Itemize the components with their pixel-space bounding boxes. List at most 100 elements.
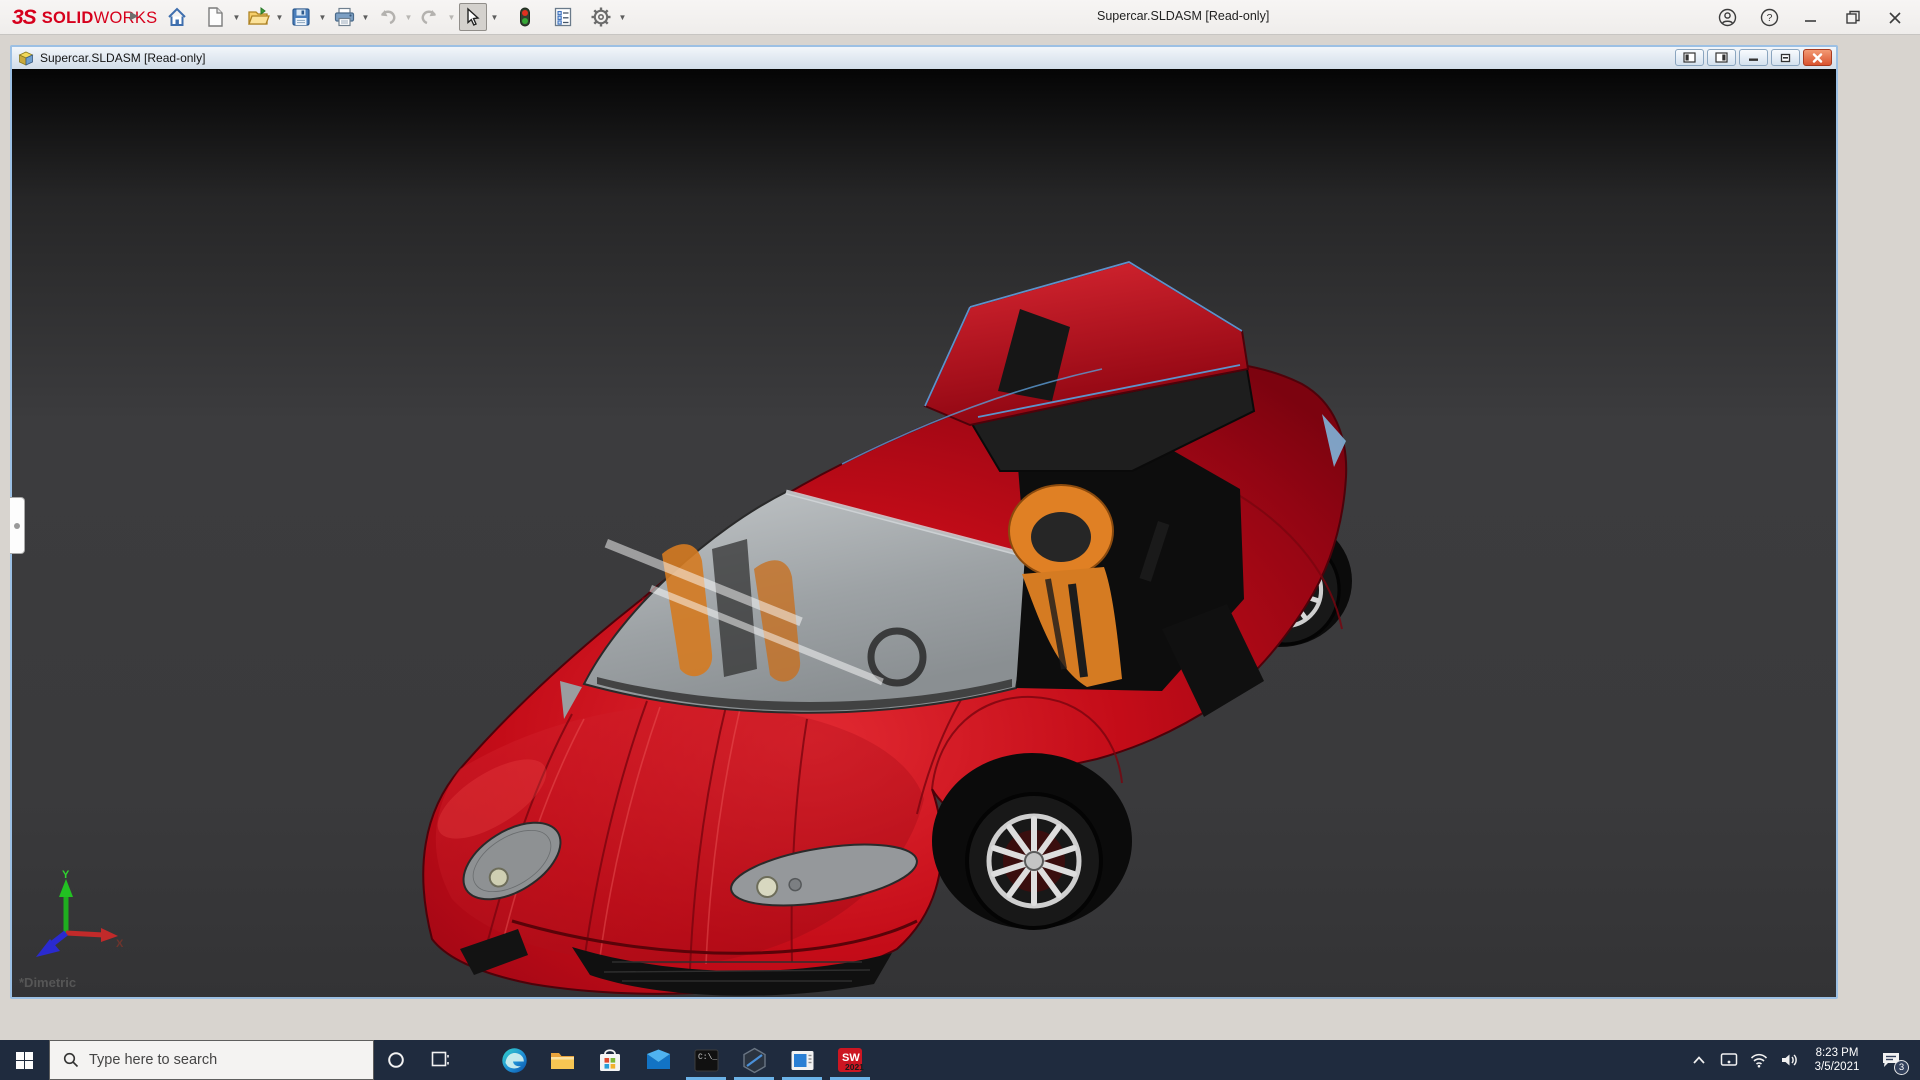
minimize-button[interactable] xyxy=(1796,4,1826,32)
undo-button[interactable] xyxy=(373,3,401,31)
tray-time: 8:23 PM xyxy=(1804,1046,1870,1060)
window-app-icon xyxy=(789,1047,816,1074)
options-dropdown[interactable]: ▼ xyxy=(616,3,629,31)
save-icon xyxy=(290,6,312,28)
minimize-icon xyxy=(1803,10,1819,26)
open-icon xyxy=(247,6,270,28)
redo-dropdown[interactable]: ▼ xyxy=(445,3,458,31)
doc-restore-button[interactable] xyxy=(1771,49,1800,66)
brand-mark: 3S xyxy=(12,6,36,30)
document-title: Supercar.SLDASM [Read-only] xyxy=(40,51,205,65)
display-icon xyxy=(1720,1052,1738,1068)
print-dropdown[interactable]: ▼ xyxy=(359,3,372,31)
pane-toggle-right-button[interactable] xyxy=(1707,49,1736,66)
options-button[interactable] xyxy=(587,3,615,31)
taskbar-solidworks[interactable]: SW 2021 xyxy=(826,1040,874,1080)
mail-icon xyxy=(645,1047,672,1074)
document-window: Supercar.SLDASM [Read-only] xyxy=(10,45,1838,999)
account-button[interactable] xyxy=(1712,4,1742,32)
gear-icon xyxy=(590,6,612,28)
solidworks-app-icon: SW 2021 xyxy=(836,1046,864,1074)
tray-clock[interactable]: 8:23 PM 3/5/2021 xyxy=(1804,1046,1870,1074)
pane-left-icon xyxy=(1683,52,1696,63)
terminal-icon: C:\_ xyxy=(693,1047,720,1074)
tray-volume-button[interactable] xyxy=(1774,1040,1804,1080)
home-button[interactable] xyxy=(163,3,191,31)
app-titlebar: 3S SOLID WORKS ▶ ▼ ▼ xyxy=(0,0,1920,35)
taskbar-hexagon-app[interactable] xyxy=(730,1040,778,1080)
account-icon xyxy=(1718,8,1737,27)
file-properties-icon xyxy=(552,6,574,28)
taskbar: C:\_ SW 2021 xyxy=(0,1040,1920,1080)
tray-chevron-button[interactable] xyxy=(1684,1040,1714,1080)
graphics-viewport[interactable]: Y X *Dimetric xyxy=(12,69,1836,997)
search-input[interactable] xyxy=(89,1052,339,1068)
doc-minimize-icon xyxy=(1748,53,1759,62)
mdi-area: Supercar.SLDASM [Read-only] xyxy=(0,36,1920,1040)
collapsed-pane-tab[interactable] xyxy=(10,497,25,554)
document-titlebar[interactable]: Supercar.SLDASM [Read-only] xyxy=(12,47,1836,69)
app-title: Supercar.SLDASM [Read-only] xyxy=(1097,9,1269,23)
search-icon xyxy=(63,1052,79,1068)
rebuild-traffic-light-icon xyxy=(515,6,535,28)
new-document-button[interactable] xyxy=(201,3,229,31)
help-icon: ? xyxy=(1760,8,1779,27)
close-button[interactable] xyxy=(1880,4,1910,32)
rebuild-button[interactable] xyxy=(511,3,539,31)
home-icon xyxy=(166,6,188,28)
help-button[interactable]: ? xyxy=(1754,4,1784,32)
open-dropdown[interactable]: ▼ xyxy=(273,3,286,31)
doc-minimize-button[interactable] xyxy=(1739,49,1768,66)
taskbar-store[interactable] xyxy=(586,1040,634,1080)
select-cursor-icon xyxy=(463,7,483,27)
taskbar-file-explorer[interactable] xyxy=(538,1040,586,1080)
start-button[interactable] xyxy=(0,1040,49,1080)
pane-toggle-left-button[interactable] xyxy=(1675,49,1704,66)
tray-wifi-button[interactable] xyxy=(1744,1040,1774,1080)
redo-button[interactable] xyxy=(416,3,444,31)
task-view-button[interactable] xyxy=(418,1040,462,1080)
svg-text:C:\_: C:\_ xyxy=(698,1053,717,1062)
close-icon xyxy=(1887,10,1903,26)
pane-right-icon xyxy=(1715,52,1728,63)
volume-icon xyxy=(1780,1052,1798,1068)
select-dropdown[interactable]: ▼ xyxy=(488,3,501,31)
edge-icon xyxy=(501,1047,528,1074)
view-orientation-label: *Dimetric xyxy=(19,975,76,990)
print-button[interactable] xyxy=(330,3,358,31)
restore-button[interactable] xyxy=(1838,4,1868,32)
hexagon-app-icon xyxy=(741,1047,768,1074)
triad-y-label: Y xyxy=(62,869,70,881)
taskbar-edge[interactable] xyxy=(490,1040,538,1080)
undo-dropdown[interactable]: ▼ xyxy=(402,3,415,31)
notification-badge: 3 xyxy=(1894,1060,1909,1075)
action-center-button[interactable]: 3 xyxy=(1870,1040,1912,1080)
select-button[interactable] xyxy=(459,3,487,31)
save-dropdown[interactable]: ▼ xyxy=(316,3,329,31)
doc-close-button[interactable] xyxy=(1803,49,1832,66)
print-icon xyxy=(333,6,356,28)
restore-icon xyxy=(1845,9,1862,26)
save-button[interactable] xyxy=(287,3,315,31)
tray-date: 3/5/2021 xyxy=(1804,1060,1870,1074)
wifi-icon xyxy=(1750,1053,1768,1068)
open-button[interactable] xyxy=(244,3,272,31)
taskbar-mail[interactable] xyxy=(634,1040,682,1080)
taskbar-terminal[interactable]: C:\_ xyxy=(682,1040,730,1080)
chevron-up-icon xyxy=(1692,1055,1706,1065)
taskbar-search-box[interactable] xyxy=(49,1040,374,1080)
redo-icon xyxy=(419,6,441,28)
toolbar-expander-icon[interactable]: ▶ xyxy=(130,9,138,22)
tray-display-button[interactable] xyxy=(1714,1040,1744,1080)
orientation-triad: Y X xyxy=(32,869,124,961)
supercar-model xyxy=(12,69,1836,997)
windows-logo-icon xyxy=(16,1052,33,1069)
doc-restore-icon xyxy=(1780,53,1791,63)
undo-icon xyxy=(376,6,398,28)
task-view-icon xyxy=(431,1051,449,1069)
svg-text:?: ? xyxy=(1766,12,1772,24)
new-document-dropdown[interactable]: ▼ xyxy=(230,3,243,31)
taskbar-window-app[interactable] xyxy=(778,1040,826,1080)
cortana-button[interactable] xyxy=(374,1040,418,1080)
file-properties-button[interactable] xyxy=(549,3,577,31)
